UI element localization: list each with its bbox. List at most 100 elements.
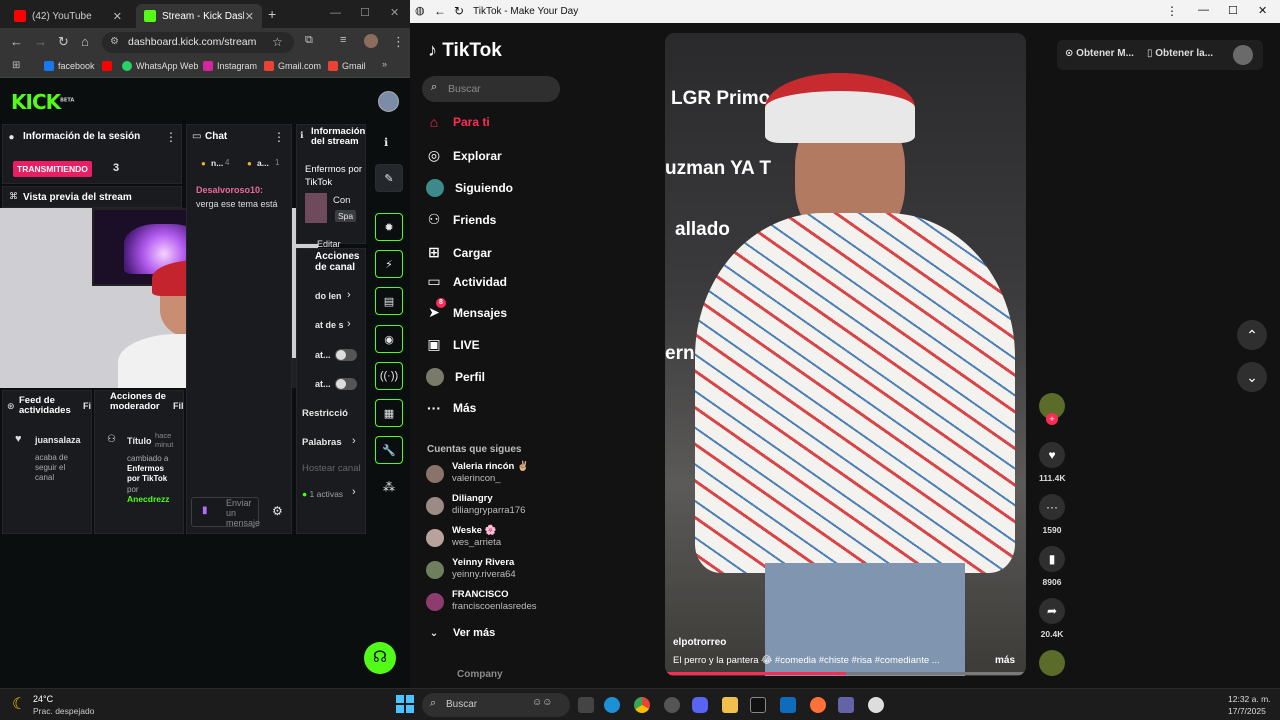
nav-live[interactable]: ▣ LIVE bbox=[426, 336, 479, 353]
chevron-right-icon[interactable]: › bbox=[347, 289, 351, 301]
nav-messages[interactable]: ➤ 8 Mensajes bbox=[426, 298, 507, 321]
install-app-icon[interactable]: ⧉ bbox=[305, 34, 313, 47]
next-video-button[interactable]: ⌄ bbox=[1237, 362, 1267, 392]
forward-icon[interactable]: → bbox=[34, 34, 47, 49]
menu-icon[interactable]: ⋮ bbox=[392, 34, 405, 50]
broadcast-icon[interactable]: ((·)) bbox=[375, 362, 403, 390]
media-icon[interactable]: ≡ bbox=[340, 34, 346, 46]
avatar[interactable] bbox=[1233, 45, 1253, 65]
address-bar[interactable]: ⚙ dashboard.kick.com/stream ☆ bbox=[102, 32, 294, 53]
restrictions-setting[interactable]: Restricció bbox=[302, 408, 348, 419]
mic-icon[interactable]: ▮ bbox=[202, 505, 208, 516]
avatar[interactable] bbox=[378, 91, 399, 112]
get-coins-button[interactable]: ⊙ Obtener M... bbox=[1065, 48, 1134, 59]
settings-icon[interactable]: ⚙ bbox=[272, 504, 283, 518]
back-icon[interactable]: ← bbox=[10, 34, 23, 49]
get-app-button[interactable]: ▯ Obtener la... bbox=[1147, 48, 1213, 59]
teams-icon[interactable] bbox=[838, 697, 854, 713]
tiktok-icon[interactable] bbox=[750, 697, 766, 713]
category-link[interactable]: Con bbox=[333, 195, 350, 206]
reload-icon[interactable]: ↻ bbox=[58, 34, 69, 50]
settings-icon[interactable] bbox=[868, 697, 884, 713]
bookmark-youtube[interactable] bbox=[102, 61, 116, 71]
wrench-icon[interactable]: 🔧 bbox=[375, 436, 403, 464]
back-icon[interactable]: ← bbox=[434, 4, 446, 18]
more-bookmarks-icon[interactable]: » bbox=[382, 59, 387, 69]
file-explorer-icon[interactable] bbox=[722, 697, 738, 713]
slow-mode-setting[interactable]: do len bbox=[315, 291, 342, 301]
close-icon[interactable]: ✕ bbox=[113, 10, 122, 23]
following-account[interactable]: FRANCISCO franciscoenlasredes bbox=[426, 589, 537, 613]
music-disc[interactable] bbox=[1039, 650, 1065, 676]
nav-profile[interactable]: Perfil bbox=[426, 368, 485, 386]
weather-icon[interactable]: ☾ bbox=[12, 694, 26, 714]
video-player[interactable]: LGR Primo y uzman YA T allado ernandez e… bbox=[665, 33, 1026, 676]
taskbar-search[interactable]: ⌕ Buscar ☺☺ bbox=[422, 693, 570, 717]
chat-username[interactable]: Desalvoroso10: bbox=[196, 185, 263, 195]
following-account[interactable]: Yeinny Rivera yeinny.rivera64 bbox=[426, 557, 516, 581]
close-icon[interactable]: ✕ bbox=[245, 10, 254, 23]
filter-button[interactable]: Fi bbox=[83, 401, 91, 411]
more-icon[interactable]: ⋮ bbox=[165, 130, 177, 144]
following-account[interactable]: Diliangry diliangryparra176 bbox=[426, 493, 525, 517]
following-account[interactable]: Weske 🌸 wes_arrieta bbox=[426, 525, 501, 549]
chevron-right-icon[interactable]: › bbox=[352, 486, 356, 498]
bookmark-button[interactable]: ▮ 8906 bbox=[1039, 546, 1065, 587]
chat-bubble-icon[interactable]: ◉ bbox=[375, 325, 403, 353]
lightning-icon[interactable]: ⚡ bbox=[375, 250, 403, 278]
task-view-icon[interactable] bbox=[578, 697, 594, 713]
caption-more-button[interactable]: más bbox=[995, 655, 1015, 666]
toggle-a[interactable] bbox=[335, 349, 357, 361]
chevron-right-icon[interactable]: › bbox=[347, 318, 351, 330]
tab-youtube[interactable]: (42) YouTube ✕ bbox=[6, 4, 130, 28]
like-button[interactable]: ♥ 111.4K bbox=[1039, 442, 1065, 483]
nav-for-you[interactable]: ⌂ Para ti bbox=[426, 114, 490, 130]
info-icon[interactable]: ℹ bbox=[384, 136, 388, 149]
filter-button[interactable]: Fil bbox=[173, 401, 184, 411]
chevron-right-icon[interactable]: › bbox=[352, 435, 356, 447]
nav-more[interactable]: ··· Más bbox=[426, 400, 476, 416]
bookmark-gmail[interactable]: Gmail bbox=[328, 61, 366, 71]
previous-video-button[interactable]: ⌃ bbox=[1237, 320, 1267, 350]
close-window-icon[interactable]: ✕ bbox=[390, 6, 399, 19]
close-window-icon[interactable]: ✕ bbox=[1258, 4, 1267, 17]
tiktok-logo[interactable]: ♪ TikTok bbox=[428, 40, 502, 62]
clock-time[interactable]: 12:32 a. m. bbox=[1228, 694, 1271, 704]
host-channel-setting[interactable]: Hostear canal bbox=[302, 463, 361, 474]
nav-upload[interactable]: ⊞ Cargar bbox=[426, 244, 492, 261]
menu-icon[interactable]: ⋮ bbox=[1166, 4, 1178, 18]
bookmark-whatsapp[interactable]: WhatsApp Web bbox=[122, 61, 198, 71]
edge-icon[interactable] bbox=[604, 697, 620, 713]
nav-explore[interactable]: ◎ Explorar bbox=[426, 147, 502, 164]
site-info-icon[interactable]: ⚙ bbox=[110, 36, 119, 47]
minimize-icon[interactable]: — bbox=[1198, 4, 1209, 16]
star-icon[interactable]: ☆ bbox=[272, 35, 283, 49]
outlook-icon[interactable] bbox=[780, 697, 796, 713]
kick-logo[interactable]: KICKBETA bbox=[11, 90, 74, 114]
maximize-icon[interactable]: ☐ bbox=[1228, 4, 1238, 17]
video-author[interactable]: elpotrorreo bbox=[673, 637, 726, 648]
minimize-icon[interactable]: — bbox=[330, 7, 341, 19]
profile-avatar[interactable] bbox=[364, 34, 378, 48]
following-account[interactable]: Valeria rincón ✌🏼 valerincon_ bbox=[426, 461, 529, 485]
bookmark-facebook[interactable]: facebook bbox=[44, 61, 95, 71]
company-link[interactable]: Company bbox=[457, 669, 503, 680]
chrome-icon[interactable] bbox=[634, 697, 650, 713]
words-setting[interactable]: Palabras bbox=[302, 437, 342, 448]
new-tab-icon[interactable]: + bbox=[268, 6, 276, 22]
clock-date[interactable]: 17/7/2025 bbox=[1228, 706, 1266, 716]
chat-mode-setting[interactable]: at de s bbox=[315, 320, 344, 330]
feed-username[interactable]: juansalaza bbox=[35, 435, 81, 445]
firefox-icon[interactable] bbox=[810, 697, 826, 713]
more-icon[interactable]: ⋮ bbox=[273, 130, 285, 144]
discord-icon[interactable] bbox=[692, 697, 708, 713]
bug-icon[interactable]: ✹ bbox=[375, 213, 403, 241]
reload-icon[interactable]: ↻ bbox=[454, 4, 464, 18]
nav-following[interactable]: Siguiendo bbox=[426, 179, 513, 197]
notes-icon[interactable]: ▤ bbox=[375, 287, 403, 315]
bookmark-gmail-com[interactable]: Gmail.com bbox=[264, 61, 321, 71]
video-progress-track[interactable] bbox=[665, 672, 1026, 675]
chat-input[interactable]: ▮ Enviar un mensaje bbox=[191, 497, 260, 528]
edit-pencil-icon[interactable]: ✎ bbox=[375, 164, 403, 192]
connections-icon[interactable]: ⁂ bbox=[383, 480, 395, 494]
